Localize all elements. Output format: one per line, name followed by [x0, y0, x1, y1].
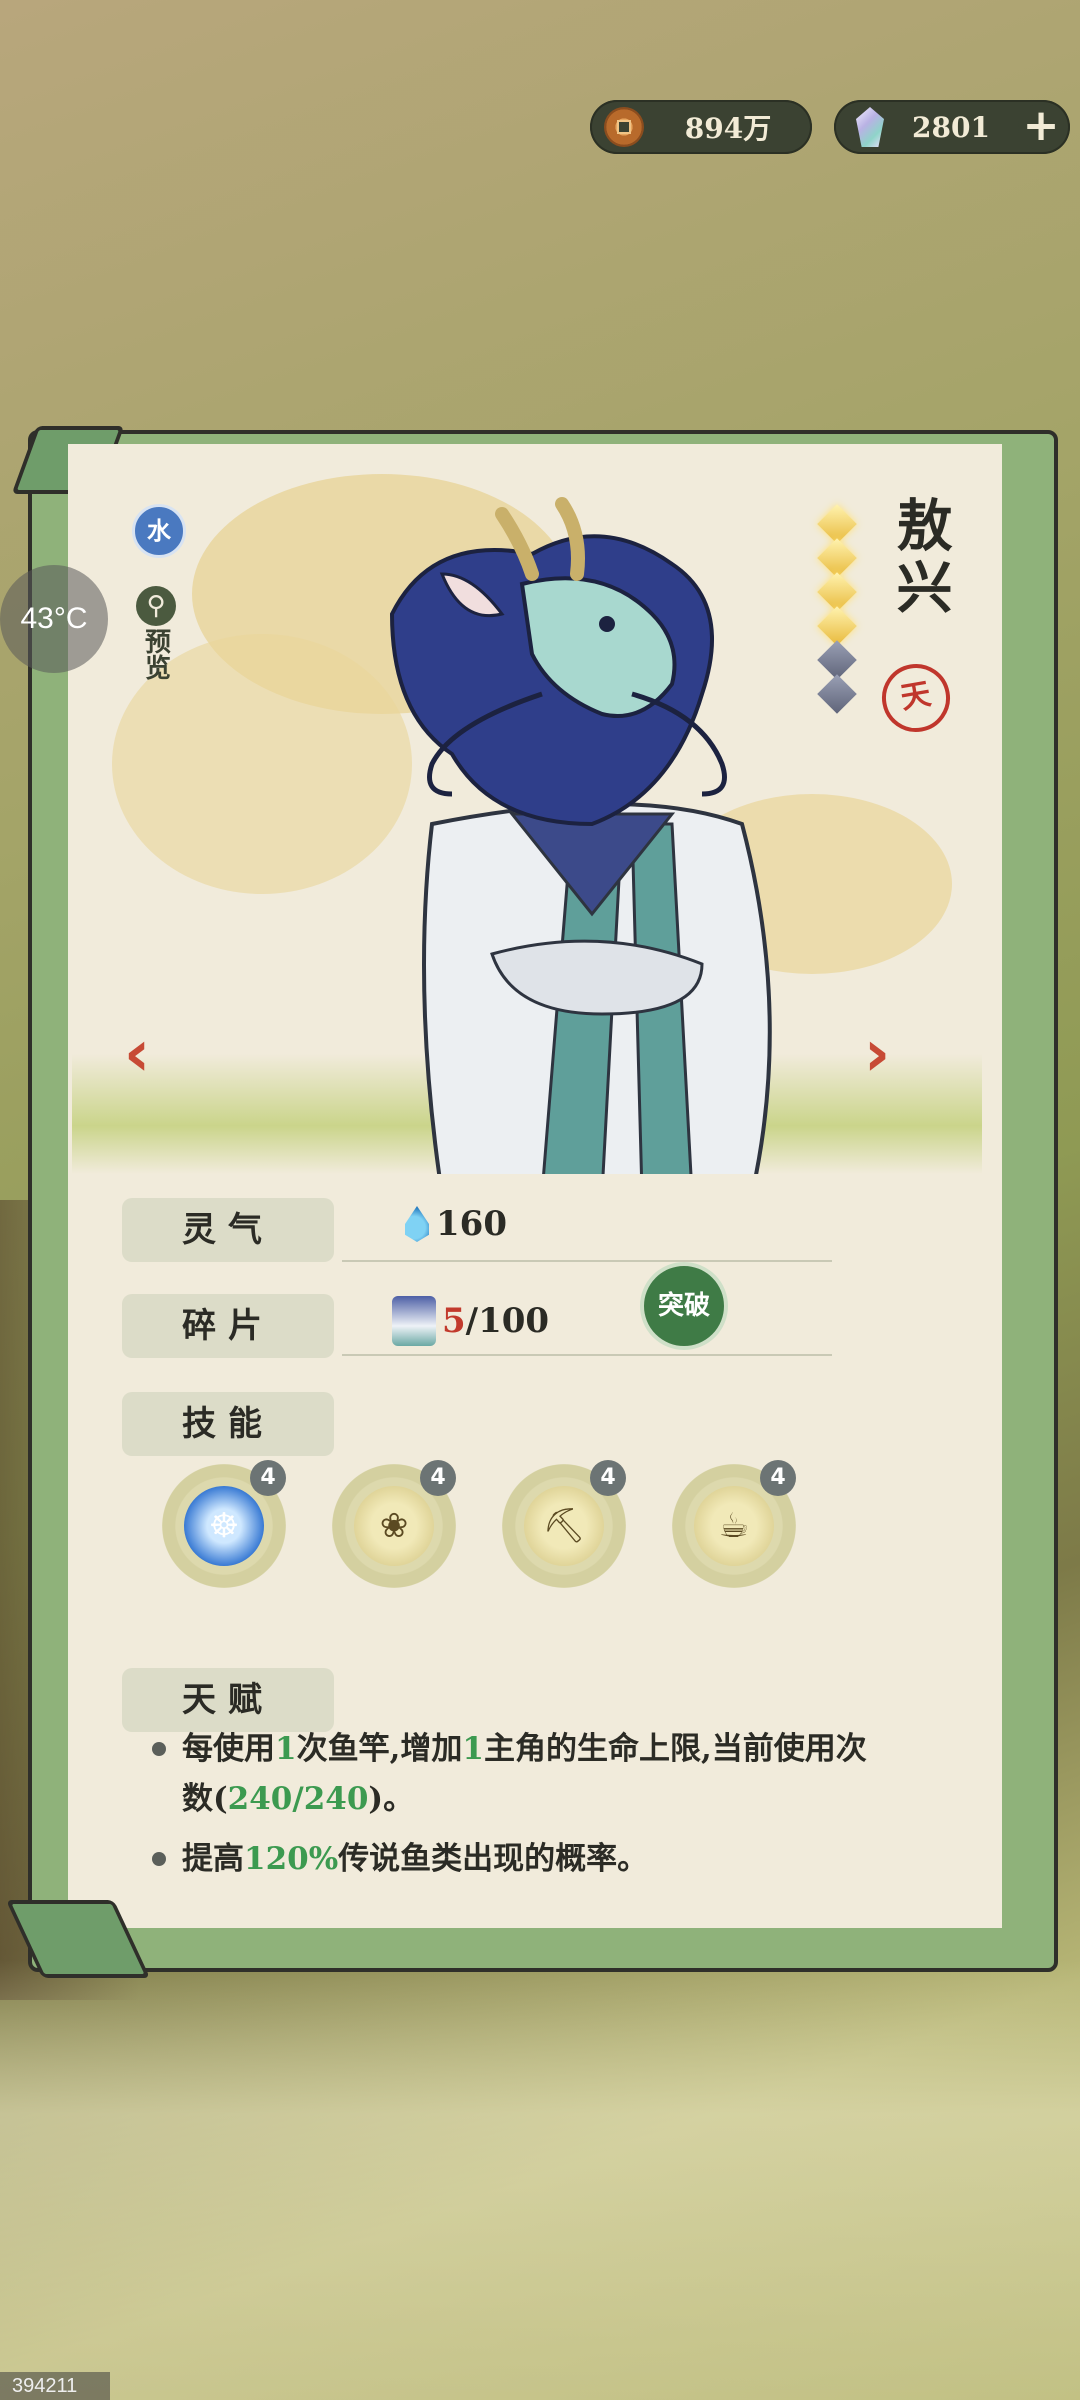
temperature-overlay: 43°C [0, 565, 108, 673]
preview-label: 预览 [140, 628, 171, 680]
fragment-label: 碎片 [122, 1294, 334, 1358]
gem-amount: 2801 [912, 110, 990, 144]
divider [342, 1260, 832, 1262]
water-element-badge: 水 [132, 504, 186, 558]
divider [342, 1354, 832, 1356]
fragment-value: 5 /100 [392, 1296, 549, 1346]
preview-icon: ⚲ [136, 586, 176, 626]
skill-slot[interactable]: ⛏ 4 [502, 1460, 626, 1588]
star-rating [817, 504, 857, 714]
aura-amount: 160 [436, 1204, 507, 1244]
background-fog [0, 1960, 1080, 2400]
hero-name: 敖兴 [887, 496, 953, 620]
breakthrough-button[interactable]: 突破 [640, 1262, 728, 1350]
coin-balance: 894万 [590, 100, 812, 154]
star-empty-icon [817, 674, 857, 714]
skill-slot[interactable]: ☕ 4 [672, 1460, 796, 1588]
skill-list: ☸ 4 ❀ 4 ⛏ 4 ☕ 4 [92, 1460, 912, 1594]
talent-item: 提高120%传说鱼类出现的概率。 [152, 1834, 872, 1884]
build-id: 394211 [0, 2372, 110, 2400]
gem-balance: 2801 + [834, 100, 1070, 154]
aura-label: 灵气 [122, 1198, 334, 1262]
coin-amount: 894万 [684, 112, 772, 145]
talent-text: 提高 [182, 1841, 244, 1877]
dragon-icon: ☸ [184, 1486, 264, 1566]
fragment-total: /100 [465, 1301, 550, 1341]
skill-level-badge: 4 [420, 1460, 456, 1496]
previous-hero-arrow[interactable]: ‹ [112, 1022, 162, 1086]
skills-label: 技能 [122, 1392, 334, 1456]
gem-icon [856, 107, 884, 147]
talent-highlight: 120% [244, 1841, 339, 1877]
preview-button[interactable]: ⚲ 预览 [132, 586, 180, 680]
talent-highlight: 240/240 [227, 1781, 369, 1817]
bucket-icon: ☕ [694, 1486, 774, 1566]
talent-text: )。 [368, 1781, 415, 1817]
skill-slot[interactable]: ☸ 4 [162, 1460, 286, 1588]
spirit-drop-icon [405, 1206, 429, 1242]
talent-text: 次鱼竿,增加 [296, 1731, 463, 1767]
shovel-icon: ⛏ [524, 1486, 604, 1566]
talent-text: 传说鱼类出现的概率。 [338, 1841, 649, 1877]
next-hero-arrow[interactable]: › [852, 1022, 902, 1086]
talent-highlight: 1 [275, 1731, 297, 1767]
talent-highlight: 1 [462, 1731, 484, 1767]
skill-level-badge: 4 [250, 1460, 286, 1496]
fragment-current: 5 [442, 1301, 466, 1341]
add-gems-button[interactable]: + [1018, 104, 1064, 150]
reeds-icon: ❀ [354, 1486, 434, 1566]
talent-list: 每使用1次鱼竿,增加1主角的生命上限,当前使用次数(240/240)。 提高12… [152, 1724, 872, 1894]
skill-level-badge: 4 [760, 1460, 796, 1496]
skill-level-badge: 4 [590, 1460, 626, 1496]
hero-detail-panel: 水 ⚲ 预览 敖兴 天 ‹ › 灵气 160 碎片 5 /100 突破 技能 ☸… [5, 426, 1058, 1978]
talent-text: 每使用 [182, 1731, 275, 1767]
coin-icon [604, 107, 644, 147]
talent-item: 每使用1次鱼竿,增加1主角的生命上限,当前使用次数(240/240)。 [152, 1724, 872, 1824]
hero-fragment-icon [392, 1296, 436, 1346]
dragon-king-figure [389, 497, 772, 1174]
talent-label: 天赋 [122, 1668, 334, 1732]
skill-slot[interactable]: ❀ 4 [332, 1460, 456, 1588]
aura-value: 160 [402, 1204, 507, 1244]
